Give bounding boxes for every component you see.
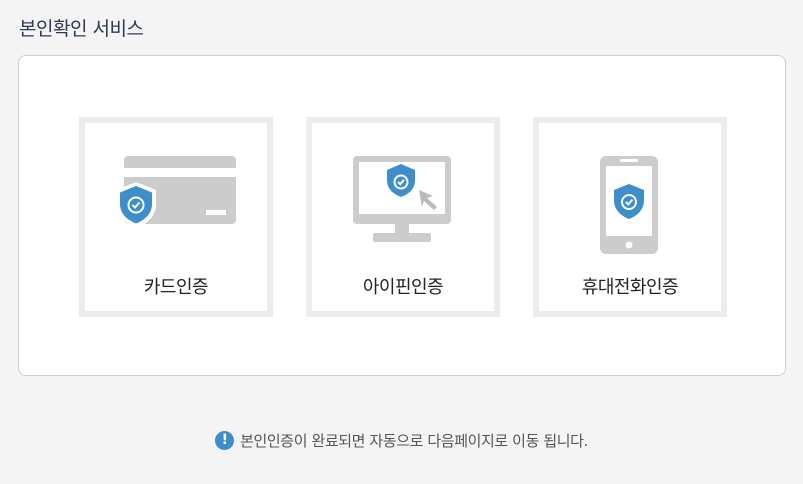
redirect-notice: ! 본인인증이 완료되면 자동으로 다음페이지로 이동 됩니다.	[0, 430, 803, 451]
monitor-shield-icon	[353, 156, 451, 242]
card-auth-label: 카드인증	[143, 277, 209, 298]
ipin-auth-label: 아이핀인증	[362, 277, 444, 298]
exclamation-icon: !	[215, 431, 235, 450]
phone-shield-icon	[600, 156, 658, 254]
redirect-notice-text: 본인인증이 완료되면 자동으로 다음페이지로 이동 됩니다.	[240, 432, 588, 450]
auth-method-panel: 카드인증 아이핀인증 휴대전화인증	[18, 55, 786, 376]
card-auth-button[interactable]: 카드인증	[79, 117, 273, 317]
phone-auth-button[interactable]: 휴대전화인증	[533, 117, 727, 317]
page-title: 본인확인 서비스	[19, 18, 144, 40]
phone-auth-label: 휴대전화인증	[581, 277, 679, 298]
ipin-auth-button[interactable]: 아이핀인증	[306, 117, 500, 317]
card-shield-icon	[116, 156, 236, 228]
